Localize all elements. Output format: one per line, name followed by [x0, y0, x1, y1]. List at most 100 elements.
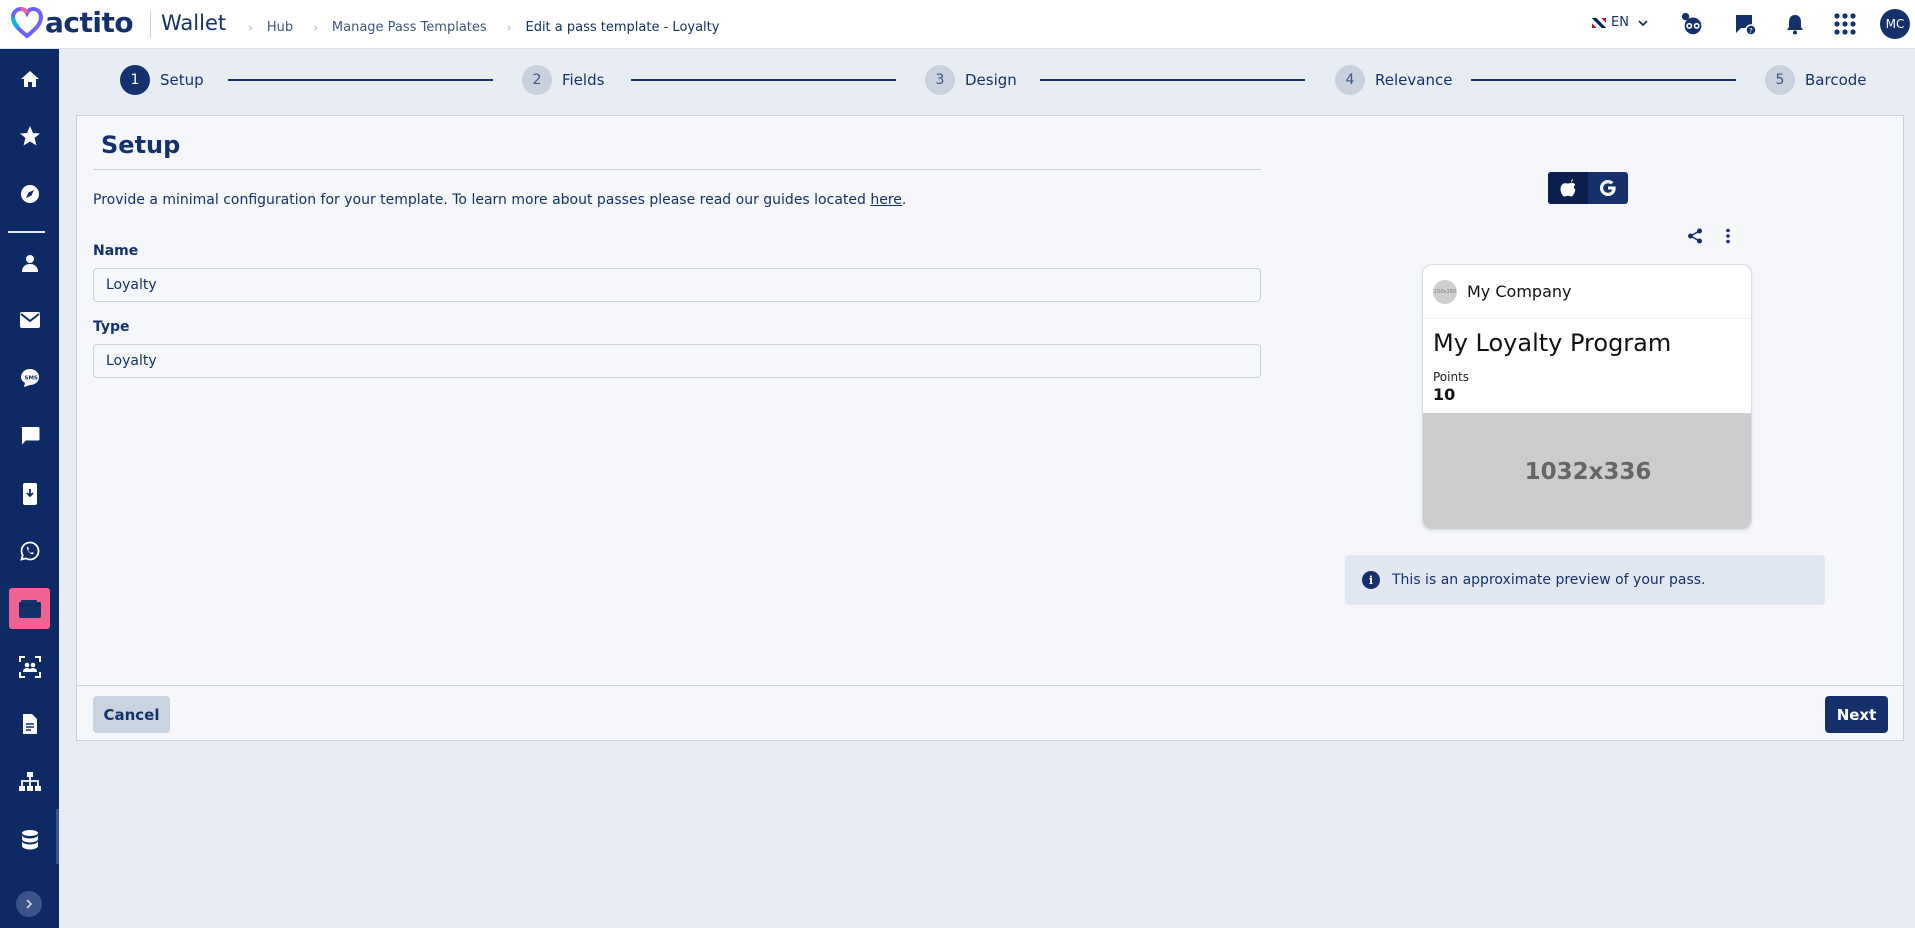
chevron-right-icon: ›: [506, 20, 512, 35]
sidebar-item-mobile-push[interactable]: [9, 473, 50, 514]
step-label: Relevance: [1375, 71, 1453, 89]
logo-text: actito: [45, 6, 134, 39]
sidebar-item-favorites[interactable]: [9, 115, 50, 156]
pass-points-label: Points: [1433, 370, 1470, 384]
step-label: Design: [965, 71, 1017, 89]
info-icon: i: [1362, 571, 1380, 589]
person-icon: [21, 254, 38, 272]
name-field[interactable]: [93, 268, 1261, 302]
type-field[interactable]: [93, 344, 1261, 378]
sidebar-expand-button[interactable]: [16, 891, 42, 917]
language-label: EN: [1611, 15, 1629, 30]
name-label: Name: [93, 243, 139, 259]
actito-logo-mark-icon: [10, 6, 44, 39]
step-relevance[interactable]: 4 Relevance: [1335, 65, 1452, 95]
apps-grid-icon[interactable]: [1832, 11, 1858, 37]
sidebar-item-explore[interactable]: [9, 173, 50, 214]
step-number: 2: [522, 65, 552, 95]
star-icon: [19, 125, 40, 145]
intro-text: Provide a minimal configuration for your…: [93, 192, 906, 208]
pass-preview: 150x150 My Company My Loyalty Program Po…: [1422, 264, 1752, 530]
sidebar-item-contacts[interactable]: [9, 242, 50, 283]
step-label: Barcode: [1805, 71, 1867, 89]
preview-note: i This is an approximate preview of your…: [1345, 555, 1825, 605]
platform-toggle: [1548, 172, 1628, 204]
next-button[interactable]: Next: [1825, 696, 1888, 733]
whatsapp-icon: [19, 541, 39, 561]
breadcrumb-current: Edit a pass template - Loyalty: [525, 20, 720, 35]
wallet-icon: [18, 599, 41, 618]
pass-header: 150x150 My Company: [1423, 265, 1751, 319]
intro-sentence: Provide a minimal configuration for your…: [93, 192, 871, 208]
hierarchy-icon: [18, 771, 41, 791]
step-label: Setup: [160, 71, 204, 89]
step-number: 4: [1335, 65, 1365, 95]
sidebar-item-wallet[interactable]: [9, 588, 50, 629]
mobile-push-icon: [22, 482, 37, 505]
document-icon: [22, 713, 37, 734]
language-selector[interactable]: EN: [1592, 15, 1649, 30]
pass-program-name: My Loyalty Program: [1433, 329, 1672, 357]
preview-note-text: This is an approximate preview of your p…: [1392, 572, 1706, 588]
step-connector: [228, 79, 493, 81]
pass-strip-image-placeholder: 1032x336: [1423, 413, 1751, 529]
page-title: Setup: [101, 131, 181, 159]
step-number: 1: [120, 65, 150, 95]
more-options-icon[interactable]: [1725, 228, 1731, 248]
sidebar-item-audience[interactable]: [9, 646, 50, 687]
breadcrumb-manage-pass-templates[interactable]: Manage Pass Templates: [332, 20, 487, 35]
assistant-icon[interactable]: [1680, 11, 1706, 37]
sidebar-item-chat[interactable]: [9, 415, 50, 456]
step-connector: [631, 79, 896, 81]
top-bar: actito Wallet › Hub › Manage Pass Templa…: [0, 0, 1915, 49]
chevron-right-icon: [26, 899, 33, 909]
sms-icon: SMS: [20, 368, 39, 387]
sidebar-scrollbar[interactable]: [56, 809, 59, 864]
pass-points-value: 10: [1433, 385, 1456, 404]
guides-link[interactable]: here: [870, 192, 902, 208]
help-center-icon[interactable]: ?: [1732, 11, 1758, 37]
share-icon[interactable]: [1687, 228, 1703, 248]
sidebar: SMS: [0, 49, 59, 928]
app-title: Wallet: [161, 11, 227, 35]
chevron-down-icon: [1638, 19, 1648, 26]
sidebar-item-documents[interactable]: [9, 703, 50, 744]
google-platform-button[interactable]: [1588, 172, 1628, 204]
email-icon: [19, 311, 40, 328]
pass-logo-placeholder: 150x150: [1433, 280, 1457, 304]
svg-text:?: ?: [1749, 27, 1753, 35]
sidebar-item-sms[interactable]: SMS: [9, 357, 50, 398]
google-icon: [1600, 180, 1616, 196]
sidebar-item-whatsapp[interactable]: [9, 530, 50, 571]
step-design[interactable]: 3 Design: [925, 65, 1017, 95]
step-setup[interactable]: 1 Setup: [120, 65, 204, 95]
sidebar-item-email[interactable]: [9, 299, 50, 340]
footer-divider: [77, 685, 1903, 686]
type-label: Type: [93, 319, 130, 335]
flag-uk-icon: [1592, 17, 1606, 28]
step-barcode[interactable]: 5 Barcode: [1765, 65, 1867, 95]
user-avatar[interactable]: MC: [1880, 9, 1910, 39]
step-connector: [1471, 79, 1736, 81]
breadcrumb-hub[interactable]: Hub: [267, 20, 293, 35]
chat-icon: [21, 426, 39, 444]
breadcrumb: › Hub › Manage Pass Templates › Edit a p…: [248, 20, 739, 35]
header-divider: [150, 11, 151, 38]
sidebar-item-organization[interactable]: [9, 761, 50, 802]
intro-end: .: [901, 192, 907, 208]
chevron-right-icon: ›: [313, 20, 318, 35]
step-label: Fields: [562, 71, 605, 89]
apple-platform-button[interactable]: [1548, 172, 1588, 204]
step-number: 3: [925, 65, 955, 95]
actito-logo[interactable]: actito: [10, 6, 134, 39]
sidebar-divider: [8, 231, 45, 233]
database-icon: [21, 829, 38, 849]
notification-bell-icon[interactable]: [1782, 11, 1808, 37]
sidebar-item-database[interactable]: [9, 819, 50, 860]
step-fields[interactable]: 2 Fields: [522, 65, 604, 95]
svg-text:SMS: SMS: [24, 375, 37, 381]
cancel-button[interactable]: Cancel: [93, 696, 170, 733]
sidebar-item-home[interactable]: [9, 58, 50, 99]
step-number: 5: [1765, 65, 1795, 95]
compass-icon: [20, 184, 39, 203]
